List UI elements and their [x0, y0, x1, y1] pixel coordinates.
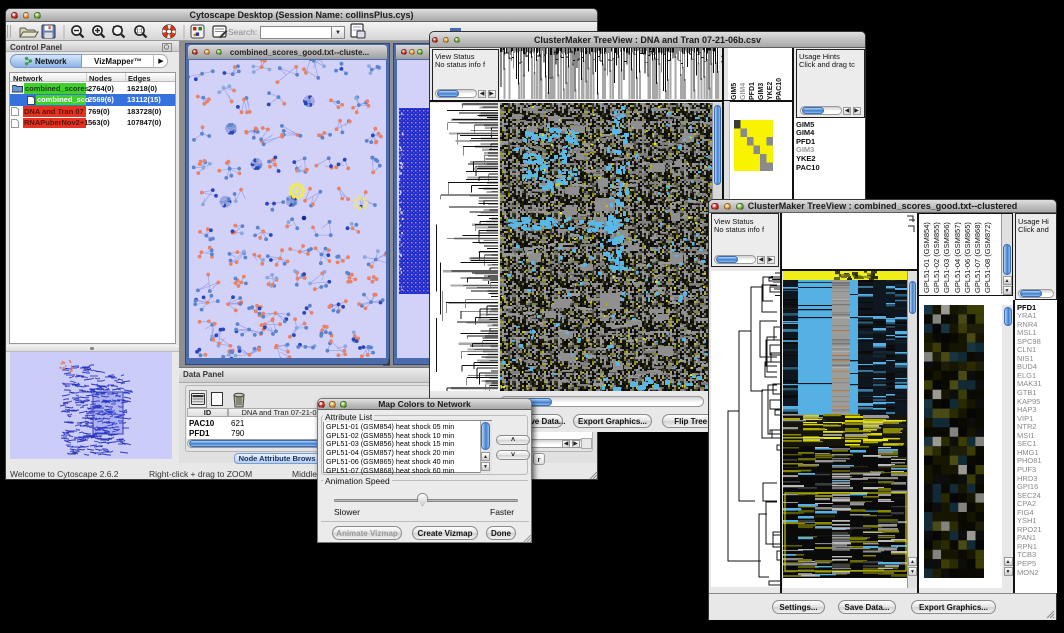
svg-text:1:1: 1:1	[136, 29, 143, 35]
